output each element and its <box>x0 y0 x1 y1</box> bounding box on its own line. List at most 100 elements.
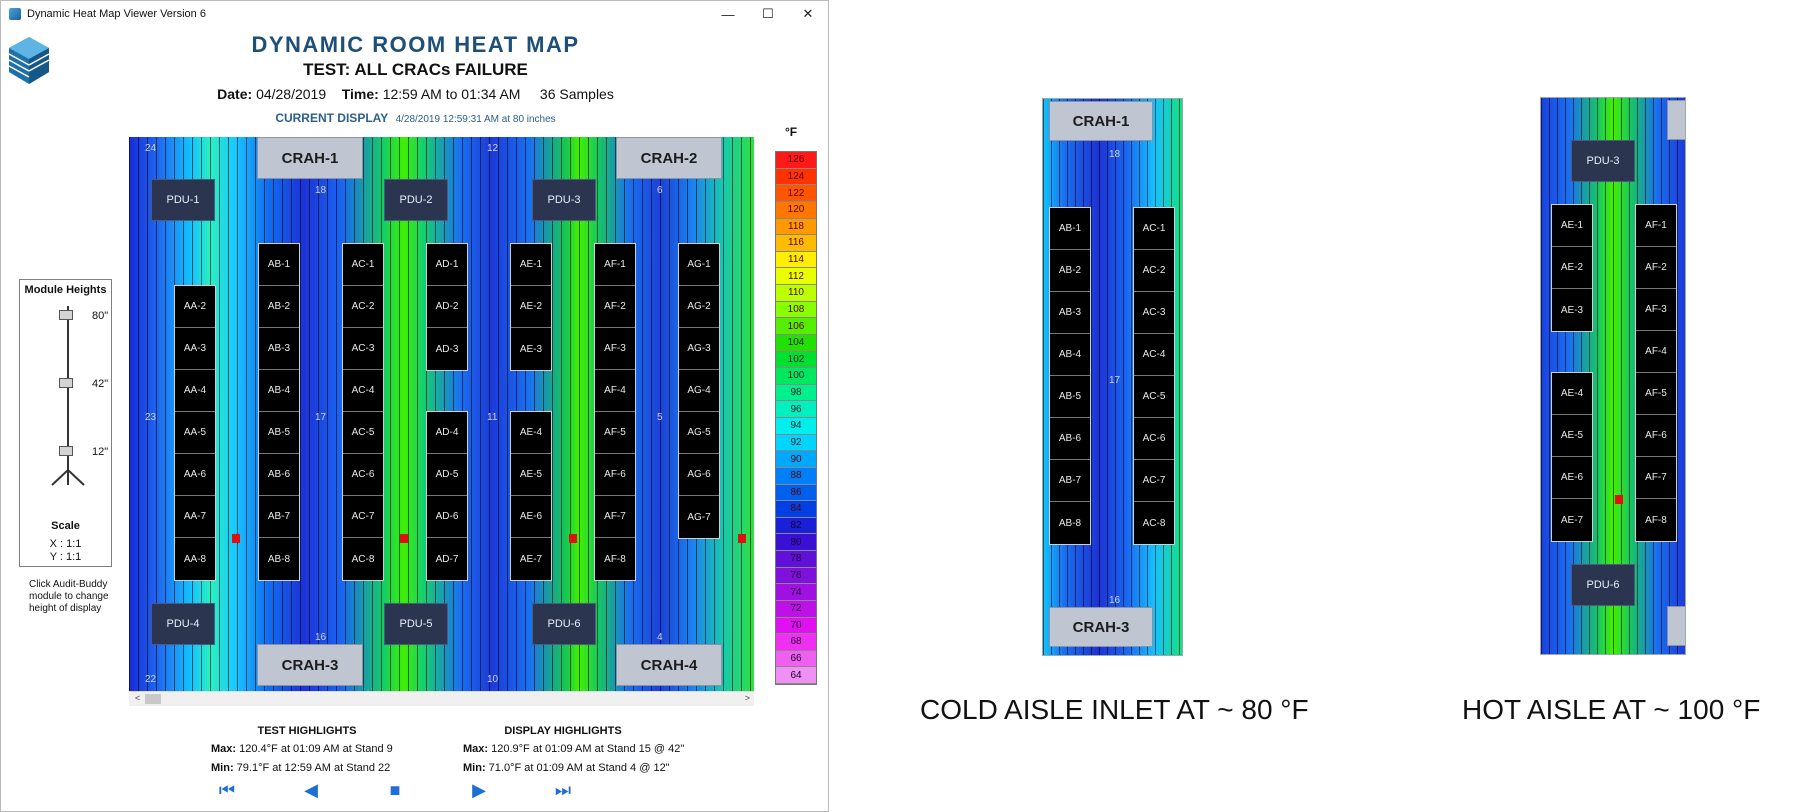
audit-buddy-marker[interactable] <box>400 534 408 543</box>
pdu-unit[interactable]: PDU-4 <box>151 603 215 645</box>
display-highlights-title: DISPLAY HIGHLIGHTS <box>504 725 622 737</box>
pdu-unit[interactable]: PDU-2 <box>384 179 448 221</box>
rack-module[interactable]: AF-1 <box>595 244 635 286</box>
rack-module[interactable]: AD-4 <box>427 412 467 454</box>
rack-module: AB-3 <box>1050 292 1090 334</box>
previous-frame-button[interactable]: ◀ <box>297 777 325 803</box>
next-frame-button[interactable]: ▶ <box>465 777 493 803</box>
rack-module[interactable]: AA-2 <box>175 286 215 328</box>
rack-module[interactable]: AE-1 <box>511 244 551 286</box>
rack-module[interactable]: AE-7 <box>511 538 551 580</box>
legend-swatch: 102 <box>776 351 816 369</box>
rack-module[interactable]: AA-3 <box>175 328 215 370</box>
rack-module[interactable]: AD-6 <box>427 496 467 538</box>
rack-module[interactable]: AG-7 <box>679 496 719 538</box>
rack-module[interactable]: AF-7 <box>595 496 635 538</box>
module-80-selector[interactable] <box>59 310 73 320</box>
stand-number: 16 <box>315 632 327 643</box>
audit-buddy-marker[interactable] <box>569 534 577 543</box>
crah-unit[interactable]: CRAH-3 <box>257 644 363 686</box>
date-value: 04/28/2019 <box>256 86 327 102</box>
rack-module[interactable]: AD-1 <box>427 244 467 286</box>
rack-module[interactable]: AA-6 <box>175 454 215 496</box>
rack-module[interactable]: AF-2 <box>595 286 635 328</box>
rack-module[interactable]: AG-1 <box>679 244 719 286</box>
rack-row-ae-top: AE-1 AE-2 AE-3 <box>510 243 552 371</box>
rack-module[interactable]: AF-3 <box>595 328 635 370</box>
rack-module[interactable]: AG-3 <box>679 328 719 370</box>
rack-module[interactable]: AB-5 <box>259 412 299 454</box>
pdu-unit[interactable]: PDU-6 <box>532 603 596 645</box>
rack-module[interactable]: AG-4 <box>679 370 719 412</box>
rack-module[interactable]: AA-5 <box>175 412 215 454</box>
rack-module[interactable]: AB-4 <box>259 370 299 412</box>
rack-module[interactable]: AB-3 <box>259 328 299 370</box>
rack-module[interactable]: AD-5 <box>427 454 467 496</box>
maximize-button[interactable]: ☐ <box>748 1 788 27</box>
last-frame-button[interactable]: ⏭ <box>549 777 577 803</box>
first-frame-button[interactable]: ⏮ <box>213 777 241 803</box>
crah-unit[interactable]: CRAH-4 <box>616 644 722 686</box>
rack-module[interactable]: AC-8 <box>343 538 383 580</box>
rack-module[interactable]: AE-3 <box>511 328 551 370</box>
stand-number: 17 <box>1109 375 1121 386</box>
pdu-unit[interactable]: PDU-5 <box>384 603 448 645</box>
rack-module[interactable]: AC-3 <box>343 328 383 370</box>
rack-module[interactable]: AG-2 <box>679 286 719 328</box>
cold-aisle-caption: COLD AISLE INLET AT ~ 80 °F <box>920 694 1309 725</box>
rack-module[interactable]: AD-7 <box>427 538 467 580</box>
cold-aisle-zoom: CRAH-1 CRAH-3 18 17 16 AB-1 AB-2 AB-3 AB… <box>1042 98 1183 656</box>
rack-module[interactable]: AG-5 <box>679 412 719 454</box>
rack-module: AB-4 <box>1050 334 1090 376</box>
stand-number: 17 <box>315 412 327 423</box>
minimize-button[interactable]: — <box>708 1 748 27</box>
crah-unit[interactable]: CRAH-2 <box>616 137 722 179</box>
pdu-unit[interactable]: PDU-3 <box>532 179 596 221</box>
rack-module[interactable]: AF-4 <box>595 370 635 412</box>
rack-module[interactable]: AA-4 <box>175 370 215 412</box>
audit-buddy-marker[interactable] <box>738 534 746 543</box>
rack-module[interactable]: AE-4 <box>511 412 551 454</box>
pdu-unit[interactable]: PDU-1 <box>151 179 215 221</box>
rack-module[interactable]: AB-6 <box>259 454 299 496</box>
rack-module[interactable]: AF-5 <box>595 412 635 454</box>
rack-module[interactable]: AC-5 <box>343 412 383 454</box>
rack-module: AF-6 <box>1636 415 1676 457</box>
rack-module[interactable]: AC-1 <box>343 244 383 286</box>
rack-module[interactable]: AC-6 <box>343 454 383 496</box>
crah-unit: C <box>1667 606 1685 646</box>
legend-swatch: 86 <box>776 484 816 502</box>
rack-module[interactable]: AG-6 <box>679 454 719 496</box>
module-12-selector[interactable] <box>59 446 73 456</box>
rack-module[interactable]: AC-2 <box>343 286 383 328</box>
rack-module[interactable]: AF-8 <box>595 538 635 580</box>
rack-module[interactable]: AE-5 <box>511 454 551 496</box>
rack-module[interactable]: AF-6 <box>595 454 635 496</box>
scroll-left-icon[interactable]: < <box>135 693 140 703</box>
scroll-right-icon[interactable]: > <box>745 693 750 703</box>
rack-module[interactable]: AC-7 <box>343 496 383 538</box>
rack-module[interactable]: AB-2 <box>259 286 299 328</box>
pdu-unit: PDU-3 <box>1571 140 1635 182</box>
crah-unit[interactable]: CRAH-1 <box>257 137 363 179</box>
rack-module[interactable]: AB-8 <box>259 538 299 580</box>
map-horizontal-scrollbar[interactable]: < > <box>129 691 754 706</box>
close-button[interactable]: ✕ <box>788 1 828 27</box>
rack-module[interactable]: AA-7 <box>175 496 215 538</box>
audit-buddy-marker[interactable] <box>232 534 240 543</box>
heat-map[interactable]: 24 18 12 6 23 17 11 5 22 16 10 4 CRAH-1 … <box>129 137 754 692</box>
rack-module[interactable]: AC-4 <box>343 370 383 412</box>
rack-module[interactable]: AD-3 <box>427 328 467 370</box>
legend-swatch: 114 <box>776 251 816 269</box>
rack-module: AE-5 <box>1552 415 1592 457</box>
display-min-label: Min: <box>463 762 486 774</box>
scroll-thumb[interactable] <box>145 694 161 704</box>
rack-module[interactable]: AE-6 <box>511 496 551 538</box>
rack-module[interactable]: AE-2 <box>511 286 551 328</box>
stop-button[interactable]: ■ <box>381 777 409 803</box>
module-42-selector[interactable] <box>59 378 73 388</box>
rack-module[interactable]: AB-1 <box>259 244 299 286</box>
rack-module[interactable]: AB-7 <box>259 496 299 538</box>
rack-module[interactable]: AA-8 <box>175 538 215 580</box>
rack-module[interactable]: AD-2 <box>427 286 467 328</box>
